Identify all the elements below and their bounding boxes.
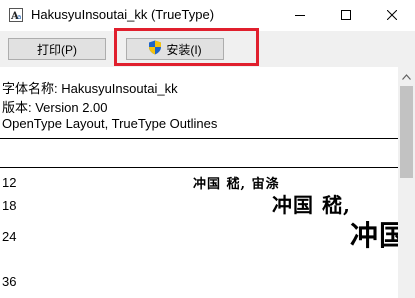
minimize-icon xyxy=(295,7,305,25)
print-button-label: 打印(P) xyxy=(37,42,77,57)
font-viewer-window: A a HakusyuInsoutai_kk (TrueType) 打印(P) xyxy=(0,0,415,298)
font-version-line: 版本: Version 2.00 xyxy=(2,100,108,115)
font-name-line: 字体名称: HakusyuInsoutai_kk xyxy=(2,81,178,96)
scroll-up-button[interactable] xyxy=(398,67,415,84)
info-divider-top xyxy=(0,138,398,139)
sample-size-label: 12 xyxy=(2,175,17,190)
minimize-button[interactable] xyxy=(277,0,323,31)
sample-size-label: 24 xyxy=(2,229,17,244)
close-icon xyxy=(386,7,398,25)
sample-size-label: 36 xyxy=(2,274,17,289)
svg-text:a: a xyxy=(17,13,21,21)
print-button[interactable]: 打印(P) xyxy=(8,38,106,60)
window-title: HakusyuInsoutai_kk (TrueType) xyxy=(31,7,215,22)
font-file-icon: A a xyxy=(8,7,24,23)
title-bar: A a HakusyuInsoutai_kk (TrueType) xyxy=(0,0,415,31)
scrollbar-thumb[interactable] xyxy=(400,86,413,178)
toolbar: 打印(P) 安装(I) xyxy=(0,31,415,67)
sample-text: 冲国 嵇, 宙涤 xyxy=(193,177,280,192)
uac-shield-icon xyxy=(148,40,162,58)
close-button[interactable] xyxy=(369,0,415,31)
chevron-up-icon xyxy=(402,67,411,85)
font-preview-pane: 字体名称: HakusyuInsoutai_kk 版本: Version 2.0… xyxy=(0,67,398,298)
maximize-icon xyxy=(341,7,351,25)
sample-text: 冲国 xyxy=(350,219,398,252)
maximize-button[interactable] xyxy=(323,0,369,31)
font-outline-line: OpenType Layout, TrueType Outlines xyxy=(2,116,218,131)
sample-size-label: 18 xyxy=(2,198,17,213)
info-divider-bottom xyxy=(0,167,398,168)
vertical-scrollbar[interactable] xyxy=(398,67,415,298)
install-button[interactable]: 安装(I) xyxy=(126,38,224,60)
install-button-label: 安装(I) xyxy=(166,42,202,57)
sample-text: 冲国 嵇, xyxy=(272,193,351,217)
